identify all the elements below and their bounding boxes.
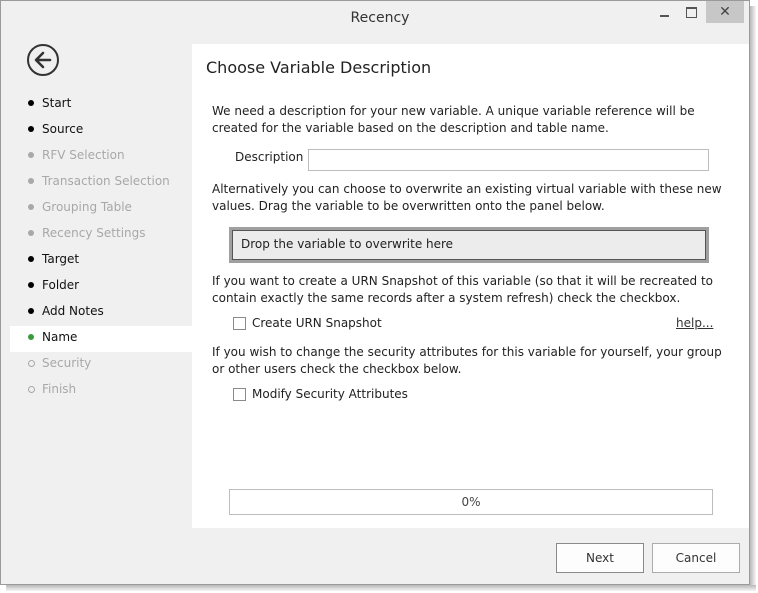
step-dot-icon bbox=[28, 230, 34, 236]
cancel-button[interactable]: Cancel bbox=[652, 543, 740, 573]
step-transaction-selection: Transaction Selection bbox=[10, 170, 192, 196]
step-dot-icon bbox=[28, 152, 34, 158]
intro-text: We need a description for your new varia… bbox=[212, 104, 695, 135]
minimize-button[interactable] bbox=[652, 1, 678, 23]
step-dot-icon bbox=[28, 126, 34, 132]
drop-zone-label: Drop the variable to overwrite here bbox=[232, 230, 706, 260]
step-security: Security bbox=[10, 352, 192, 378]
step-add-notes[interactable]: Add Notes bbox=[10, 300, 192, 326]
close-button[interactable]: ✕ bbox=[706, 1, 744, 23]
urn-snapshot-checkbox[interactable] bbox=[233, 317, 246, 330]
wizard-steps: Start Source RFV Selection Transaction S… bbox=[10, 92, 192, 404]
step-dot-icon bbox=[28, 282, 34, 288]
maximize-button[interactable] bbox=[678, 1, 705, 23]
step-folder[interactable]: Folder bbox=[10, 274, 192, 300]
security-checkbox[interactable] bbox=[233, 388, 246, 401]
security-text: If you wish to change the security attri… bbox=[212, 345, 722, 376]
next-button[interactable]: Next bbox=[556, 543, 644, 573]
step-dot-icon bbox=[28, 204, 34, 210]
urn-text: If you want to create a URN Snapshot of … bbox=[212, 274, 714, 305]
content-panel: Choose Variable Description We need a de… bbox=[192, 44, 749, 528]
step-finish: Finish bbox=[10, 378, 192, 404]
step-name[interactable]: Name bbox=[10, 326, 192, 352]
back-button[interactable] bbox=[27, 44, 59, 76]
step-source[interactable]: Source bbox=[10, 118, 192, 144]
step-dot-icon bbox=[28, 178, 34, 184]
window-shadow-bottom bbox=[6, 585, 756, 591]
security-label[interactable]: Modify Security Attributes bbox=[252, 387, 408, 401]
overwrite-text: Alternatively you can choose to overwrit… bbox=[212, 182, 722, 213]
description-label: Description bbox=[235, 150, 304, 164]
wizard-window: Recency ✕ Start Source RFV Selection Tra… bbox=[0, 0, 750, 585]
step-ring-icon bbox=[28, 360, 35, 367]
step-ring-icon bbox=[28, 386, 35, 393]
wizard-sidebar: Start Source RFV Selection Transaction S… bbox=[10, 44, 192, 528]
urn-snapshot-label[interactable]: Create URN Snapshot bbox=[252, 316, 382, 330]
window-title: Recency bbox=[350, 10, 410, 26]
description-input[interactable] bbox=[308, 149, 709, 171]
step-dot-icon bbox=[28, 256, 34, 262]
step-dot-icon bbox=[28, 308, 34, 314]
close-icon: ✕ bbox=[719, 4, 731, 20]
step-recency-settings: Recency Settings bbox=[10, 222, 192, 248]
maximize-icon bbox=[686, 7, 697, 18]
step-rfv-selection: RFV Selection bbox=[10, 144, 192, 170]
progress-bar: 0% bbox=[229, 489, 713, 515]
window-shadow-right bbox=[750, 6, 756, 586]
step-dot-icon bbox=[28, 100, 34, 106]
step-grouping-table: Grouping Table bbox=[10, 196, 192, 222]
help-link[interactable]: help... bbox=[676, 316, 713, 330]
step-active-dot-icon bbox=[28, 334, 34, 340]
minimize-icon bbox=[660, 15, 669, 17]
back-arrow-icon bbox=[34, 51, 52, 69]
step-start[interactable]: Start bbox=[10, 92, 192, 118]
progress-text: 0% bbox=[461, 495, 481, 509]
step-target[interactable]: Target bbox=[10, 248, 192, 274]
drop-zone[interactable]: Drop the variable to overwrite here bbox=[229, 227, 709, 263]
page-title: Choose Variable Description bbox=[206, 58, 432, 77]
